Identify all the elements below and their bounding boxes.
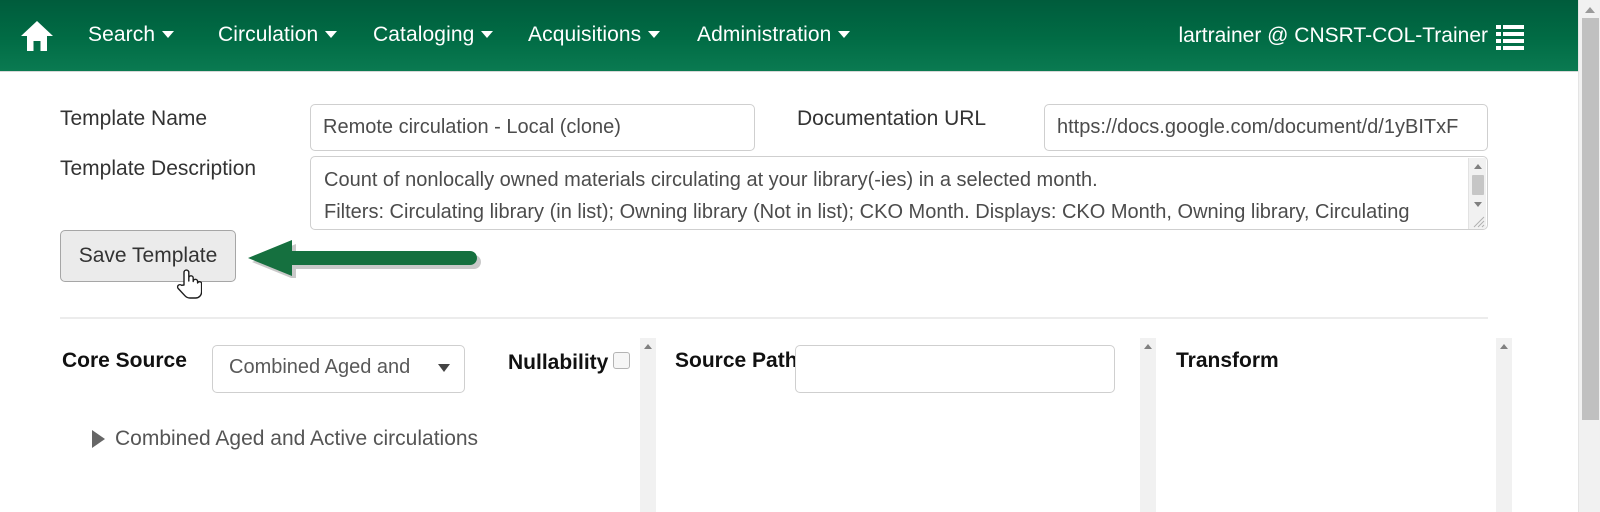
- nav-item-administration[interactable]: Administration: [697, 20, 851, 50]
- scroll-up-arrow-icon[interactable]: [1144, 344, 1152, 349]
- top-navigation-bar: Search Circulation Cataloging Acquisitio…: [0, 0, 1600, 72]
- scroll-up-arrow-icon[interactable]: [1500, 344, 1508, 349]
- nav-item-label: Acquisitions: [528, 23, 642, 46]
- source-path-input[interactable]: [795, 345, 1115, 393]
- nav-item-cataloging[interactable]: Cataloging: [373, 20, 494, 50]
- template-name-label: Template Name: [60, 107, 208, 130]
- documentation-url-label: Documentation URL: [797, 107, 987, 130]
- triangle-right-icon[interactable]: [92, 430, 105, 448]
- home-icon[interactable]: [20, 17, 54, 55]
- nav-item-label: Circulation: [218, 23, 319, 46]
- scroll-down-arrow-icon[interactable]: [1469, 196, 1487, 212]
- save-template-button[interactable]: Save Template: [60, 230, 236, 282]
- page-scrollbar[interactable]: [1578, 0, 1600, 512]
- user-account-label[interactable]: lartrainer @ CNSRT-COL-Trainer: [1178, 21, 1488, 51]
- core-source-label: Core Source: [62, 349, 187, 372]
- chevron-down-icon: [648, 30, 661, 38]
- transform-label: Transform: [1176, 349, 1279, 372]
- app-window: Search Circulation Cataloging Acquisitio…: [0, 0, 1600, 512]
- list-icon[interactable]: [1496, 24, 1524, 50]
- documentation-url-input[interactable]: [1044, 104, 1488, 151]
- chevron-down-icon: [481, 30, 494, 38]
- scroll-up-arrow-icon[interactable]: [1469, 158, 1487, 174]
- annotation-arrow-icon: [246, 238, 482, 280]
- source-path-panel-scrollbar[interactable]: [1140, 338, 1156, 512]
- nullability-checkbox[interactable]: [613, 352, 630, 369]
- chevron-down-icon: [838, 30, 851, 38]
- nav-item-label: Administration: [697, 23, 832, 46]
- page-scrollbar-thumb[interactable]: [1582, 18, 1599, 420]
- chevron-down-icon: [162, 30, 175, 38]
- nav-item-acquisitions[interactable]: Acquisitions: [528, 20, 661, 50]
- template-description-textarea[interactable]: Count of nonlocally owned materials circ…: [310, 156, 1488, 230]
- nav-item-label: Search: [88, 23, 156, 46]
- chevron-down-icon: [325, 30, 338, 38]
- chevron-down-icon: [438, 364, 450, 372]
- template-description-label: Template Description: [60, 157, 257, 180]
- source-tree-item-label: Combined Aged and Active circulations: [115, 427, 479, 450]
- nav-item-label: Cataloging: [373, 23, 475, 46]
- nav-item-circulation[interactable]: Circulation: [218, 20, 338, 50]
- source-tree-item[interactable]: Combined Aged and Active circulations: [92, 427, 478, 451]
- transform-panel-scrollbar[interactable]: [1496, 338, 1512, 512]
- template-description-text: Count of nonlocally owned materials circ…: [324, 169, 1410, 223]
- source-path-label: Source Path: [675, 349, 798, 372]
- template-editor-content: Template Name Documentation URL Template…: [0, 72, 1556, 512]
- textarea-resize-handle[interactable]: [1471, 214, 1485, 228]
- core-source-selected-value: Combined Aged and: [229, 356, 411, 378]
- nullability-panel-scrollbar[interactable]: [640, 338, 656, 512]
- nullability-label: Nullability: [508, 351, 609, 374]
- nav-item-search[interactable]: Search: [88, 20, 175, 50]
- scrollbar-thumb[interactable]: [1472, 175, 1484, 195]
- template-name-input[interactable]: [310, 104, 755, 151]
- scroll-up-arrow-icon[interactable]: [1579, 0, 1600, 18]
- core-source-select[interactable]: Combined Aged and: [212, 345, 465, 393]
- section-divider: [60, 317, 1488, 319]
- scroll-up-arrow-icon[interactable]: [644, 344, 652, 349]
